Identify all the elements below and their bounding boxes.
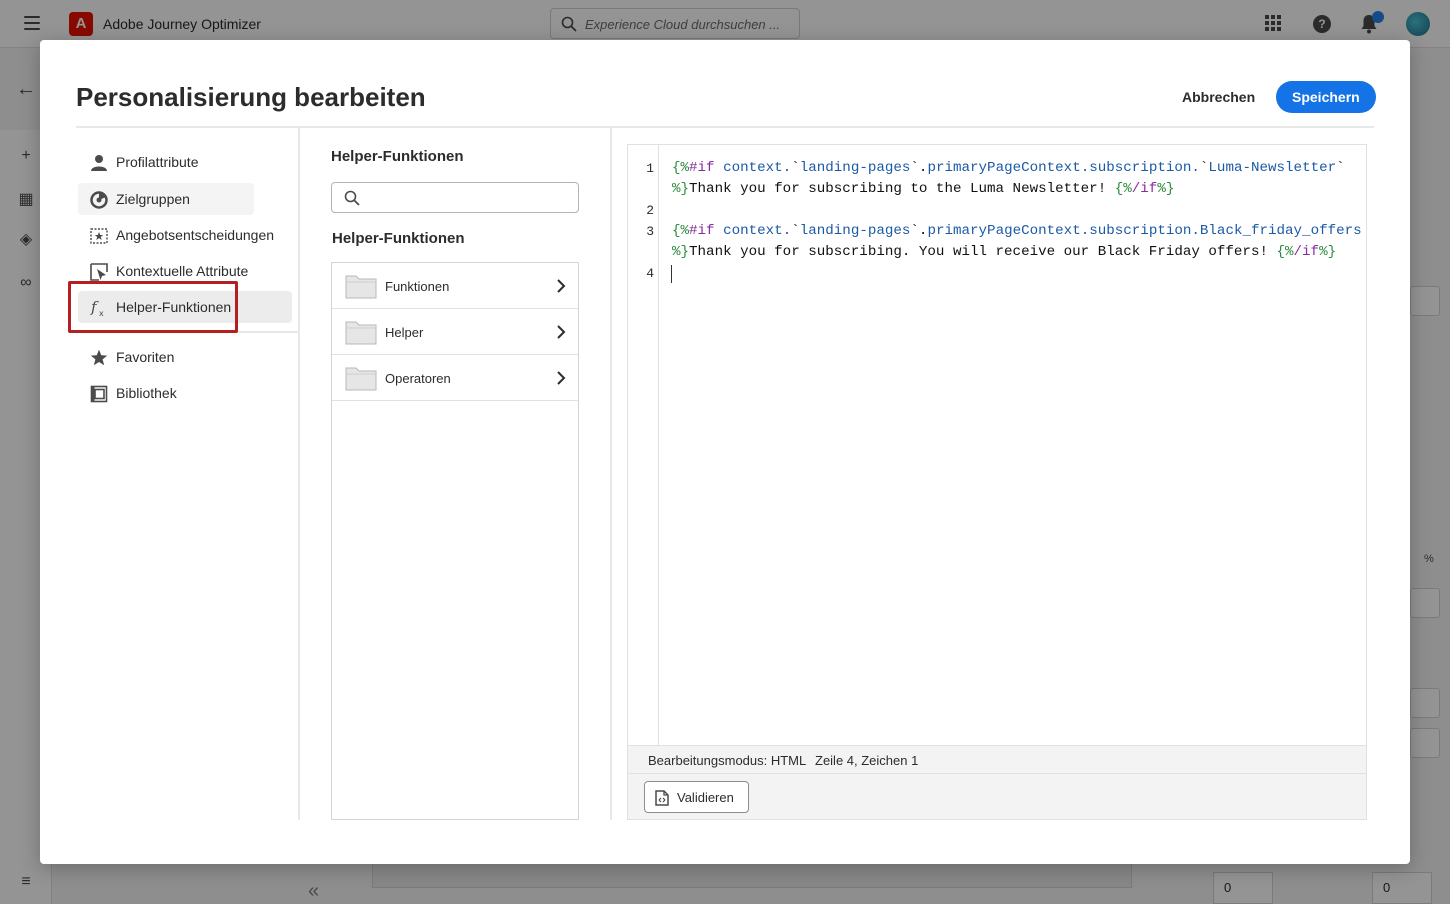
svg-text:x: x bbox=[99, 309, 104, 317]
text-cursor bbox=[671, 265, 672, 283]
panel-divider bbox=[610, 128, 612, 820]
nav-item-library[interactable]: Bibliothek bbox=[78, 377, 292, 409]
folder-row-helper[interactable]: Helper bbox=[332, 309, 578, 355]
line-number: 1 bbox=[646, 161, 654, 176]
line-number: 3 bbox=[646, 224, 654, 239]
save-button[interactable]: Speichern bbox=[1276, 81, 1376, 113]
cancel-button[interactable]: Abbrechen bbox=[1168, 81, 1269, 113]
folder-row-functions[interactable]: Funktionen bbox=[332, 263, 578, 309]
edit-mode-status: Bearbeitungsmodus: HTML bbox=[648, 753, 807, 768]
code-line: %}Thank you for subscribing to the Luma … bbox=[672, 181, 1175, 197]
nav-item-label: Zielgruppen bbox=[116, 191, 190, 207]
code-editor[interactable]: 1 2 3 4 {%#if context.`landing-pages`.pr… bbox=[627, 144, 1367, 820]
star-icon bbox=[90, 349, 108, 366]
contextual-attributes-icon bbox=[90, 263, 108, 281]
nav-item-label: Bibliothek bbox=[116, 385, 177, 401]
helper-search-input[interactable] bbox=[368, 188, 568, 208]
function-icon: fx bbox=[90, 299, 104, 317]
chevron-right-icon bbox=[557, 371, 566, 385]
validate-document-icon bbox=[655, 790, 669, 806]
dialog-title: Personalisierung bearbeiten bbox=[76, 82, 426, 112]
folder-label: Operatoren bbox=[385, 371, 451, 386]
validate-button[interactable]: Validieren bbox=[644, 781, 749, 813]
helper-functions-title: Helper-Funktionen bbox=[331, 148, 464, 165]
chevron-right-icon bbox=[557, 279, 566, 293]
nav-item-favorites[interactable]: Favoriten bbox=[78, 341, 292, 373]
nav-item-label: Angebotsentscheidungen bbox=[116, 227, 275, 243]
folder-label: Helper bbox=[385, 325, 424, 340]
nav-item-helper-functions[interactable]: fx Helper-Funktionen bbox=[78, 291, 292, 323]
search-icon bbox=[344, 190, 360, 206]
folder-label: Funktionen bbox=[385, 279, 450, 294]
nav-divider bbox=[76, 331, 298, 333]
folder-row-operators[interactable]: Operatoren bbox=[332, 355, 578, 401]
user-icon bbox=[91, 155, 107, 171]
line-number-gutter: 1 2 3 4 bbox=[628, 145, 659, 745]
personalization-category-nav: Profilattribute Zielgruppen Angebotsents… bbox=[76, 128, 319, 902]
code-line: {%#if context.`landing-pages`.primaryPag… bbox=[672, 160, 1345, 176]
cursor-position-status: Zeile 4, Zeichen 1 bbox=[815, 753, 919, 768]
nav-item-audiences[interactable]: Zielgruppen bbox=[78, 183, 254, 215]
collapse-panel-icon[interactable]: « bbox=[308, 880, 319, 903]
validate-button-label: Validieren bbox=[677, 789, 734, 805]
line-number: 2 bbox=[646, 203, 654, 218]
nav-item-label: Kontextuelle Attribute bbox=[116, 263, 249, 279]
editor-status-bar: Bearbeitungsmodus: HTML Zeile 4, Zeichen… bbox=[628, 745, 1366, 774]
library-icon bbox=[90, 385, 108, 403]
nav-item-profile-attributes[interactable]: Profilattribute bbox=[78, 146, 292, 178]
chevron-right-icon bbox=[557, 325, 566, 339]
nav-item-offer-decisions[interactable]: Angebotsentscheidungen bbox=[78, 219, 292, 251]
svg-text:f: f bbox=[90, 299, 99, 316]
edit-personalization-dialog: Personalisierung bearbeiten Abbrechen Sp… bbox=[40, 40, 1410, 902]
code-line: %}Thank you for subscribing. You will re… bbox=[672, 244, 1337, 260]
helper-search[interactable] bbox=[331, 182, 579, 213]
editor-footer: Validieren bbox=[628, 774, 1366, 819]
offer-decision-icon bbox=[90, 228, 108, 244]
nav-item-label: Profilattribute bbox=[116, 154, 199, 170]
folder-icon bbox=[345, 275, 377, 299]
nav-item-contextual-attributes[interactable]: Kontextuelle Attribute bbox=[78, 255, 292, 287]
folder-icon bbox=[345, 321, 377, 345]
helper-folder-list: Funktionen Helper Operatoren bbox=[331, 262, 579, 820]
folder-icon bbox=[345, 367, 377, 391]
audience-icon bbox=[90, 191, 108, 209]
line-number: 4 bbox=[646, 266, 654, 281]
nav-item-label: Helper-Funktionen bbox=[116, 299, 232, 315]
nav-item-label: Favoriten bbox=[116, 349, 175, 365]
helper-functions-subtitle: Helper-Funktionen bbox=[332, 230, 465, 247]
code-line: {%#if context.`landing-pages`.primaryPag… bbox=[672, 223, 1362, 239]
